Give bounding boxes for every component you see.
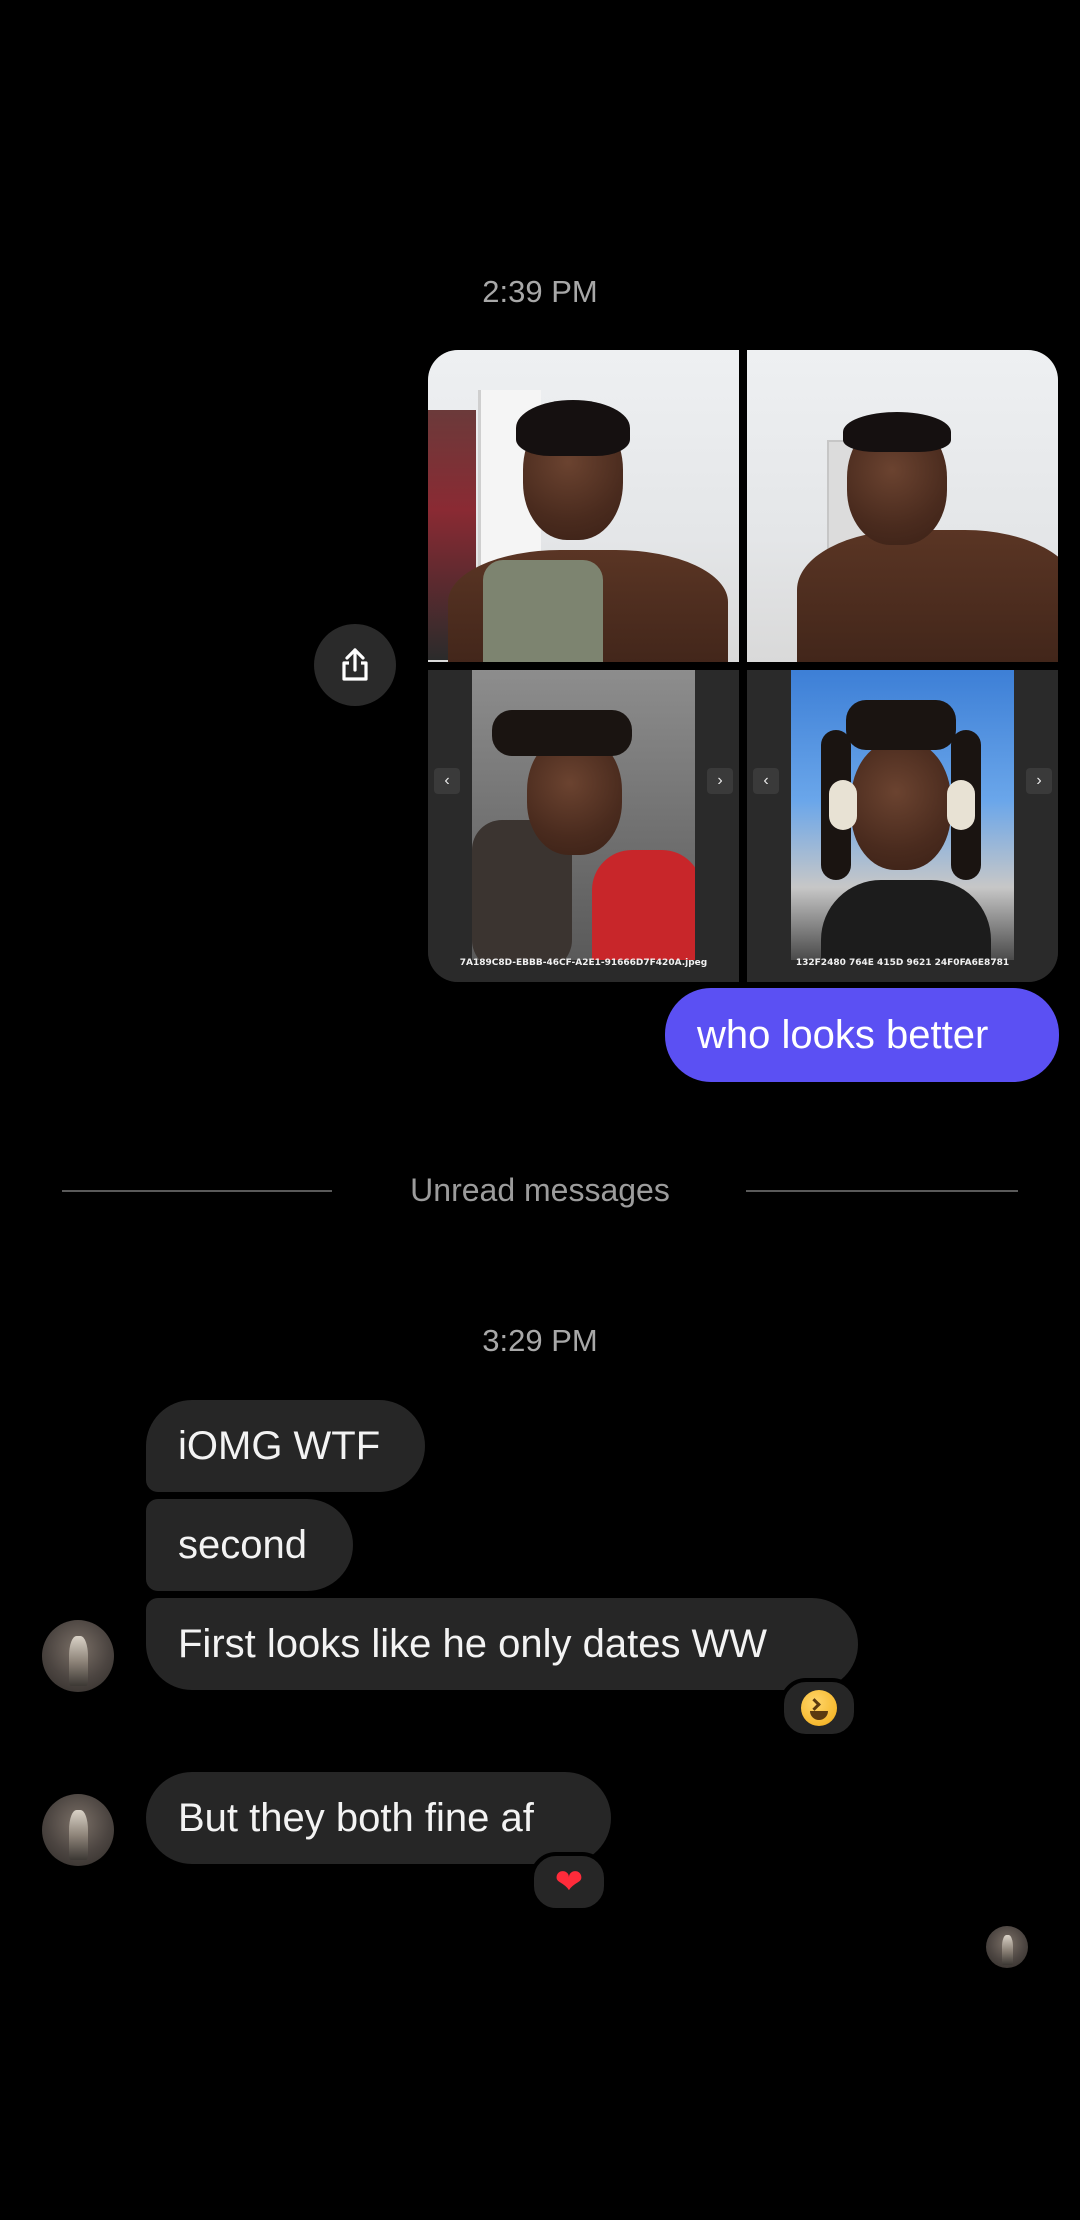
- shared-photo[interactable]: ‹ › 132F2480 764E 415D 9621 24F0FA6E8781: [747, 670, 1058, 982]
- photo-frame: [472, 670, 695, 960]
- message-text: who looks better: [697, 1013, 989, 1057]
- unread-divider-line: [62, 1190, 332, 1192]
- photo-headphone-right: [947, 780, 975, 830]
- photo-filename: 132F2480 764E 415D 9621 24F0FA6E8781: [795, 958, 1010, 968]
- message-reaction[interactable]: [780, 1678, 858, 1738]
- sender-avatar[interactable]: [42, 1620, 114, 1692]
- share-button[interactable]: [314, 624, 396, 706]
- avatar-figure: [69, 1809, 89, 1861]
- photo-hair: [492, 710, 632, 756]
- incoming-message-bubble[interactable]: iOMG WTF: [146, 1400, 425, 1492]
- timestamp: 3:29 PM: [482, 1323, 598, 1358]
- photo-hair: [843, 412, 951, 452]
- sender-avatar[interactable]: [42, 1794, 114, 1866]
- incoming-message-bubble[interactable]: second: [146, 1499, 353, 1591]
- unread-divider-line: [746, 1190, 1018, 1192]
- avatar-figure: [69, 1635, 89, 1687]
- photo-shirt: [592, 850, 695, 960]
- previous-image-button[interactable]: ‹: [753, 768, 779, 794]
- avatar-figure: [1001, 1935, 1013, 1965]
- outgoing-message-bubble[interactable]: who looks better: [665, 988, 1059, 1082]
- photo-torso: [797, 530, 1058, 662]
- next-image-button[interactable]: ›: [707, 768, 733, 794]
- photo-frame: [791, 670, 1014, 960]
- shared-photo[interactable]: [747, 350, 1058, 662]
- message-text: But they both fine af: [178, 1796, 534, 1840]
- timestamp: 2:39 PM: [482, 274, 598, 309]
- laughing-emoji-icon: [801, 1690, 837, 1726]
- shared-photo[interactable]: ‹ › 7A189C8D-EBBB-46CF-A2E1-91666D7F420A…: [428, 670, 739, 982]
- photo-grid[interactable]: ‹ › 7A189C8D-EBBB-46CF-A2E1-91666D7F420A…: [428, 350, 1058, 982]
- photo-hair: [846, 700, 956, 750]
- previous-image-button[interactable]: ‹: [434, 768, 460, 794]
- message-text: iOMG WTF: [178, 1424, 381, 1468]
- seen-receipt-avatar: [986, 1926, 1028, 1968]
- message-text: First looks like he only dates WW: [178, 1622, 768, 1666]
- shared-photo[interactable]: [428, 350, 739, 662]
- photo-face: [851, 740, 951, 870]
- incoming-message-bubble[interactable]: First looks like he only dates WW: [146, 1598, 858, 1690]
- share-icon: [342, 648, 368, 681]
- photo-filename: 7A189C8D-EBBB-46CF-A2E1-91666D7F420A.jpe…: [459, 958, 708, 968]
- unread-messages-label: Unread messages: [410, 1172, 670, 1208]
- photo-tank-top: [483, 560, 603, 662]
- next-image-button[interactable]: ›: [1026, 768, 1052, 794]
- incoming-message-bubble[interactable]: But they both fine af: [146, 1772, 611, 1864]
- photo-headphone-left: [829, 780, 857, 830]
- message-text: second: [178, 1523, 307, 1567]
- red-heart-emoji-icon: ❤: [554, 1863, 584, 1901]
- photo-hair: [516, 400, 630, 456]
- photo-hoodie: [821, 880, 991, 960]
- message-reaction[interactable]: ❤: [530, 1852, 608, 1912]
